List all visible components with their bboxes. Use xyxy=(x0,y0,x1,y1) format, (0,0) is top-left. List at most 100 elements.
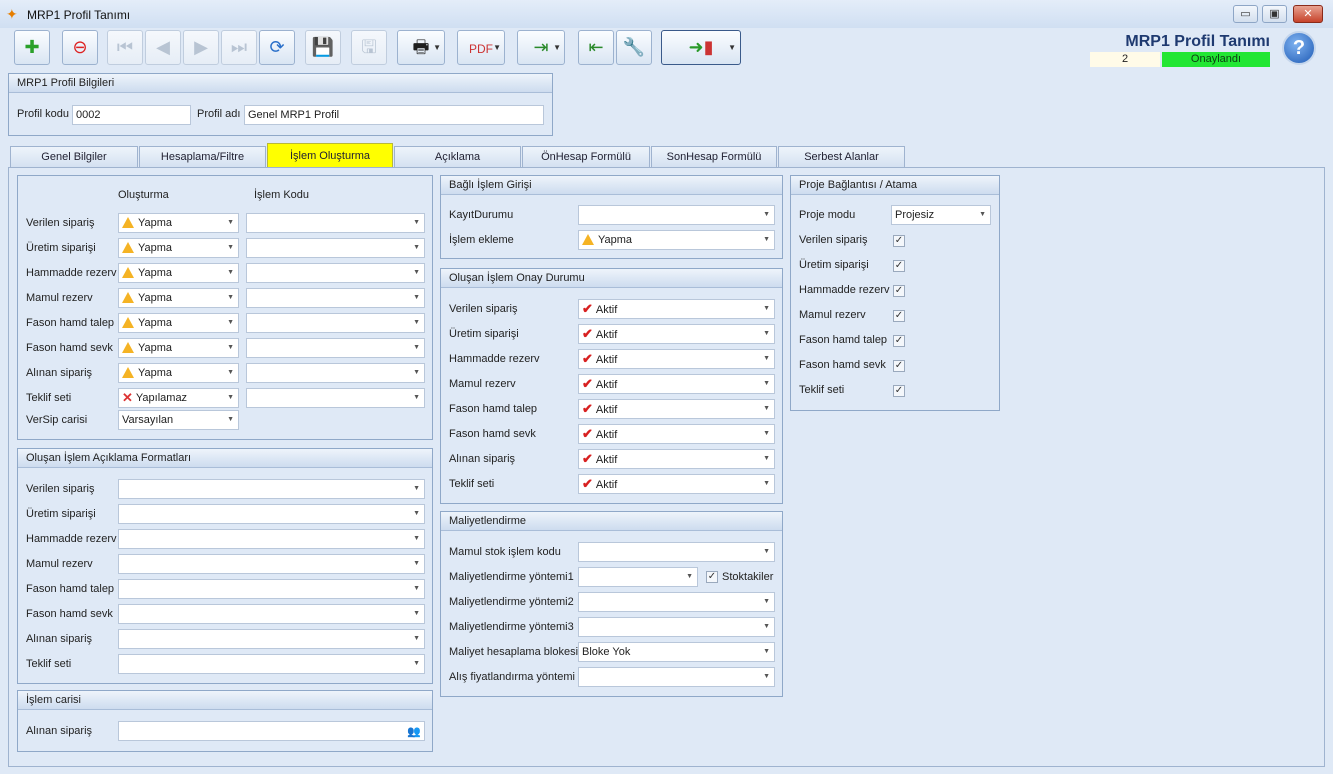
chevron-down-icon: ▼ xyxy=(413,394,420,401)
stoktakiler-checkbox[interactable]: ✓ xyxy=(706,571,718,583)
refresh-icon[interactable]: ⟳ xyxy=(259,30,295,65)
onay-row-label: Hammadde rezerv xyxy=(449,353,540,365)
maximize-button[interactable]: ▣ xyxy=(1262,5,1287,23)
islem-kodu-select[interactable]: ▼ xyxy=(246,213,425,233)
olusturma-select[interactable]: Yapma ▼ xyxy=(118,263,239,283)
olusturma-select[interactable]: ✕ Yapılamaz ▼ xyxy=(118,388,239,408)
checkmark-icon: ✔ xyxy=(582,376,593,391)
onay-durumu-title: Oluşan İşlem Onay Durumu xyxy=(441,269,782,288)
tab-aciklama[interactable]: Açıklama xyxy=(394,146,521,167)
prev-icon[interactable]: ◀ xyxy=(145,30,181,65)
olusturma-row-label: Verilen sipariş xyxy=(26,217,95,229)
aciklama-format-select[interactable]: ▼ xyxy=(118,629,425,649)
onay-select[interactable]: ✔ Aktif ▼ xyxy=(578,449,775,469)
maliyet-title: Maliyetlendirme xyxy=(441,512,782,531)
mamul-stok-select[interactable]: ▼ xyxy=(578,542,775,562)
yontem3-select[interactable]: ▼ xyxy=(578,617,775,637)
proje-checkbox[interactable]: ✓ xyxy=(893,385,905,397)
onay-select[interactable]: ✔ Aktif ▼ xyxy=(578,324,775,344)
maliyet-blokesi-select[interactable]: Bloke Yok ▼ xyxy=(578,642,775,662)
islem-kodu-select[interactable]: ▼ xyxy=(246,313,425,333)
import-icon[interactable]: ⇤ xyxy=(578,30,614,65)
alis-fiyat-select[interactable]: ▼ xyxy=(578,667,775,687)
window-title: MRP1 Profil Tanımı xyxy=(27,8,131,22)
islem-kodu-select[interactable]: ▼ xyxy=(246,388,425,408)
save-close-icon[interactable]: 🖫 xyxy=(351,30,387,65)
islem-kodu-select[interactable]: ▼ xyxy=(246,288,425,308)
aciklama-format-select[interactable]: ▼ xyxy=(118,654,425,674)
proje-checkbox[interactable]: ✓ xyxy=(893,235,905,247)
olusturma-select[interactable]: Yapma ▼ xyxy=(118,213,239,233)
aciklama-format-select[interactable]: ▼ xyxy=(118,479,425,499)
tab-hesaplama-filtre[interactable]: Hesaplama/Filtre xyxy=(139,146,266,167)
proje-row-label: Teklif seti xyxy=(799,384,845,396)
tab-sonhesap-formulu[interactable]: SonHesap Formülü xyxy=(651,146,777,167)
aciklama-format-select[interactable]: ▼ xyxy=(118,554,425,574)
onay-select[interactable]: ✔ Aktif ▼ xyxy=(578,474,775,494)
tab-onhesap-formulu[interactable]: ÖnHesap Formülü xyxy=(522,146,650,167)
olusturma-select[interactable]: Yapma ▼ xyxy=(118,238,239,258)
new-doc-icon[interactable]: ✚ xyxy=(14,30,50,65)
onay-row-label: Teklif seti xyxy=(449,478,495,490)
olusturma-row-label: Alınan sipariş xyxy=(26,367,93,379)
onay-select[interactable]: ✔ Aktif ▼ xyxy=(578,299,775,319)
islem-kodu-select[interactable]: ▼ xyxy=(246,363,425,383)
bagli-islem-title: Bağlı İşlem Girişi xyxy=(441,176,782,195)
yontem1-select[interactable]: ▼ xyxy=(578,567,698,587)
save-icon[interactable]: 💾 xyxy=(305,30,341,65)
chevron-down-icon: ▼ xyxy=(763,548,770,555)
proje-checkbox[interactable]: ✓ xyxy=(893,335,905,347)
next-icon[interactable]: ▶ xyxy=(183,30,219,65)
tab-serbest-alanlar[interactable]: Serbest Alanlar xyxy=(778,146,905,167)
help-icon[interactable]: ? xyxy=(1282,31,1316,65)
olusturma-select[interactable]: Yapma ▼ xyxy=(118,363,239,383)
islem-kodu-select[interactable]: ▼ xyxy=(246,238,425,258)
delete-doc-icon[interactable]: ⊖ xyxy=(62,30,98,65)
profile-name-field[interactable]: Genel MRP1 Profil xyxy=(244,105,544,125)
proje-checkbox[interactable]: ✓ xyxy=(893,260,905,272)
aciklama-row-label: Verilen sipariş xyxy=(26,483,95,495)
islem-kodu-select[interactable]: ▼ xyxy=(246,263,425,283)
yontem2-select[interactable]: ▼ xyxy=(578,592,775,612)
people-icon[interactable]: 👥 xyxy=(407,723,421,741)
first-icon[interactable]: ⏮ xyxy=(107,30,143,65)
olusturma-select[interactable]: Yapma ▼ xyxy=(118,288,239,308)
proje-checkbox[interactable]: ✓ xyxy=(893,310,905,322)
exit-icon[interactable]: ➜▮ ▼ xyxy=(661,30,741,65)
last-icon[interactable]: ⏭ xyxy=(221,30,257,65)
export-icon[interactable]: ⇥ ▼ xyxy=(517,30,565,65)
islem-ekleme-select[interactable]: Yapma ▼ xyxy=(578,230,775,250)
pdf-icon[interactable]: PDF ▼ xyxy=(457,30,505,65)
onay-value: Aktif xyxy=(595,479,618,491)
onay-select[interactable]: ✔ Aktif ▼ xyxy=(578,349,775,369)
settings-icon[interactable]: 🔧 xyxy=(616,30,652,65)
aciklama-format-select[interactable]: ▼ xyxy=(118,579,425,599)
aciklama-group: Oluşan İşlem Açıklama Formatları Verilen… xyxy=(17,448,433,684)
print-icon[interactable]: 🖶 ▼ xyxy=(397,30,445,65)
olusturma-value: Yapma xyxy=(138,292,173,304)
proje-modu-select[interactable]: Projesiz ▼ xyxy=(891,205,991,225)
tab-islem-olusturma[interactable]: İşlem Oluşturma xyxy=(267,143,393,168)
aciklama-format-select[interactable]: ▼ xyxy=(118,504,425,524)
aciklama-format-select[interactable]: ▼ xyxy=(118,529,425,549)
close-button[interactable]: ✕ xyxy=(1293,5,1323,23)
onay-select[interactable]: ✔ Aktif ▼ xyxy=(578,374,775,394)
warning-icon xyxy=(122,342,134,353)
onay-select[interactable]: ✔ Aktif ▼ xyxy=(578,424,775,444)
minimize-button[interactable]: ▭ xyxy=(1233,5,1258,23)
chevron-down-icon: ▼ xyxy=(763,380,770,387)
olusturma-select[interactable]: Yapma ▼ xyxy=(118,338,239,358)
onay-select[interactable]: ✔ Aktif ▼ xyxy=(578,399,775,419)
proje-title: Proje Bağlantısı / Atama xyxy=(791,176,999,195)
olusturma-select[interactable]: Yapma ▼ xyxy=(118,313,239,333)
proje-checkbox[interactable]: ✓ xyxy=(893,285,905,297)
proje-checkbox[interactable]: ✓ xyxy=(893,360,905,372)
islem-kodu-select[interactable]: ▼ xyxy=(246,338,425,358)
onay-row-label: Alınan sipariş xyxy=(449,453,516,465)
islem-carisi-field[interactable]: 👥 xyxy=(118,721,425,741)
tab-genel-bilgiler[interactable]: Genel Bilgiler xyxy=(10,146,138,167)
aciklama-format-select[interactable]: ▼ xyxy=(118,604,425,624)
kayit-durumu-select[interactable]: ▼ xyxy=(578,205,775,225)
profile-code-field[interactable]: 0002 xyxy=(72,105,191,125)
versip-carisi-select[interactable]: Varsayılan ▼ xyxy=(118,410,239,430)
